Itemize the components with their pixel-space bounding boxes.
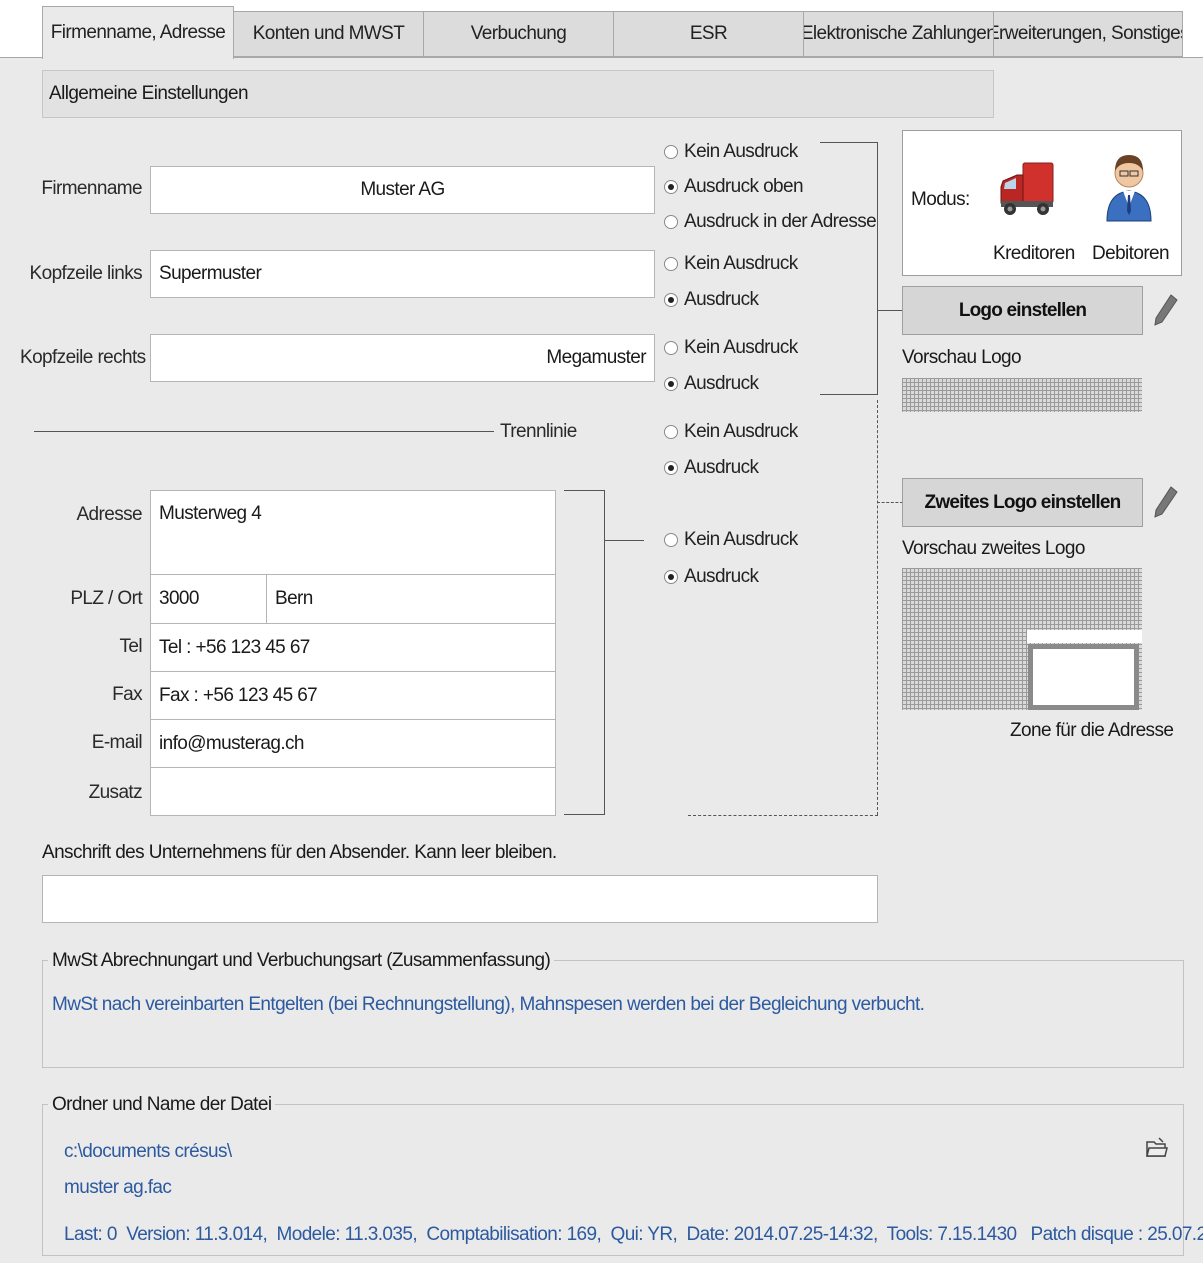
bracket-line [564, 490, 605, 491]
bracket-line [604, 490, 605, 815]
tab-verbuchung[interactable]: Verbuchung [423, 11, 614, 57]
tab-esr[interactable]: ESR [613, 11, 804, 57]
debtors-label[interactable]: Debitoren [1092, 243, 1170, 265]
radio-label: Ausdruck [684, 289, 759, 310]
radio-off-icon [664, 341, 678, 355]
zip-field[interactable]: 3000 [150, 574, 267, 624]
truck-icon[interactable] [997, 159, 1057, 221]
tab-erweiterungen[interactable]: Erweiterungen, Sonstiges [993, 11, 1183, 57]
second-logo-settings-button[interactable]: Zweites Logo einstellen [902, 478, 1143, 527]
logo-preview-label: Vorschau Logo [902, 347, 1022, 368]
radio-label: Ausdruck in der Adresse [684, 211, 877, 232]
header-left-label: Kopfzeile links [29, 263, 143, 284]
mode-box: Modus: Kreditoren Debitoren [902, 130, 1182, 276]
company-name-field[interactable]: Muster AG [150, 166, 655, 214]
fax-label: Fax [112, 684, 142, 705]
vat-legend: MwSt Abrechnungart und Verbuchungsart (Z… [48, 950, 555, 972]
radio-on-icon [664, 377, 678, 391]
sender-field[interactable] [42, 875, 878, 923]
header-left-radio-none[interactable]: Kein Ausdruck [664, 253, 798, 275]
header-left-radio-print[interactable]: Ausdruck [664, 289, 759, 311]
address-zone [1028, 644, 1139, 710]
address-zone-label: Zone für die Adresse [1010, 720, 1174, 741]
bracket-line [564, 814, 605, 815]
tel-label: Tel [119, 636, 143, 657]
radio-label: Ausdruck [684, 457, 759, 478]
company-radio-in-address[interactable]: Ausdruck in der Adresse [664, 211, 877, 233]
address-street-field[interactable]: Musterweg 4 [150, 490, 556, 575]
radio-label: Kein Ausdruck [684, 253, 798, 274]
version-info: Last: 0 Version: 11.3.014, Modele: 11.3.… [64, 1224, 1203, 1245]
connector-line [877, 142, 878, 395]
city-field[interactable]: Bern [266, 574, 556, 624]
second-logo-preview-label: Vorschau zweites Logo [902, 538, 1085, 559]
separator-label: Trennlinie [500, 421, 577, 442]
vat-summary: MwSt nach vereinbarten Entgelten (bei Re… [52, 994, 925, 1015]
open-folder-icon[interactable] [1145, 1136, 1169, 1164]
connector-line [820, 394, 878, 395]
company-radio-top[interactable]: Ausdruck oben [664, 176, 804, 198]
email-label: E-mail [91, 732, 143, 753]
fax-field[interactable]: Fax : +56 123 45 67 [150, 671, 556, 720]
section-title: Allgemeine Einstellungen [49, 83, 249, 104]
address-zone-strip [1027, 630, 1142, 643]
header-right-radio-print[interactable]: Ausdruck [664, 373, 759, 395]
connector-dashed [877, 400, 878, 815]
radio-label: Ausdruck [684, 373, 759, 394]
radio-label: Kein Ausdruck [684, 529, 798, 550]
extra-field[interactable] [150, 767, 556, 816]
sender-hint: Anschrift des Unternehmens für den Absen… [42, 842, 557, 863]
extra-label: Zusatz [88, 782, 143, 803]
radio-off-icon [664, 145, 678, 159]
tab-elektronische-zahlungen[interactable]: Elektronische Zahlungen [803, 11, 994, 57]
bracket-line [604, 540, 644, 541]
logo-settings-button[interactable]: Logo einstellen [902, 286, 1143, 335]
section-header: Allgemeine Einstellungen [42, 70, 994, 118]
radio-on-icon [664, 180, 678, 194]
person-icon[interactable] [1103, 145, 1155, 223]
header-right-label: Kopfzeile rechts [20, 347, 146, 368]
address-radio-print[interactable]: Ausdruck [664, 566, 759, 588]
pencil-icon[interactable] [1153, 485, 1179, 525]
separator-radio-none[interactable]: Kein Ausdruck [664, 421, 798, 443]
connector-line [820, 142, 877, 143]
address-radio-none[interactable]: Kein Ausdruck [664, 529, 798, 551]
address-label: Adresse [76, 504, 142, 525]
file-folder: c:\documents crésus\ [64, 1141, 232, 1162]
radio-off-icon [664, 533, 678, 547]
header-right-radio-none[interactable]: Kein Ausdruck [664, 337, 798, 359]
file-legend: Ordner und Name der Datei [48, 1094, 276, 1116]
tab-konten-mwst[interactable]: Konten und MWST [233, 11, 424, 57]
radio-label: Ausdruck oben [684, 176, 804, 197]
separator-line [34, 431, 494, 432]
radio-on-icon [664, 293, 678, 307]
email-field[interactable]: info@musterag.ch [150, 719, 556, 768]
creditors-label[interactable]: Kreditoren [993, 243, 1075, 265]
radio-label: Kein Ausdruck [684, 141, 798, 162]
tel-field[interactable]: Tel : +56 123 45 67 [150, 623, 556, 672]
radio-label: Ausdruck [684, 566, 759, 587]
tab-firmenname-adresse[interactable]: Firmenname, Adresse [42, 6, 234, 59]
radio-off-icon [664, 215, 678, 229]
header-right-field[interactable]: Megamuster [150, 334, 655, 382]
logo-preview [902, 378, 1142, 412]
company-radio-none[interactable]: Kein Ausdruck [664, 141, 798, 163]
zip-city-label: PLZ / Ort [70, 588, 142, 609]
connector-dashed [688, 815, 878, 816]
radio-off-icon [664, 425, 678, 439]
radio-label: Kein Ausdruck [684, 337, 798, 358]
separator-radio-print[interactable]: Ausdruck [664, 457, 759, 479]
header-left-field[interactable]: Supermuster [150, 250, 655, 298]
connector-line [877, 310, 903, 311]
radio-on-icon [664, 461, 678, 475]
connector-dashed [877, 502, 903, 503]
company-name-label: Firmenname [41, 178, 142, 199]
radio-off-icon [664, 257, 678, 271]
mode-label: Modus: [911, 189, 970, 210]
radio-on-icon [664, 570, 678, 584]
file-name: muster ag.fac [64, 1177, 172, 1198]
radio-label: Kein Ausdruck [684, 421, 798, 442]
tab-bar: Firmenname, Adresse Konten und MWST Verb… [0, 0, 1203, 59]
pencil-icon[interactable] [1153, 293, 1179, 333]
